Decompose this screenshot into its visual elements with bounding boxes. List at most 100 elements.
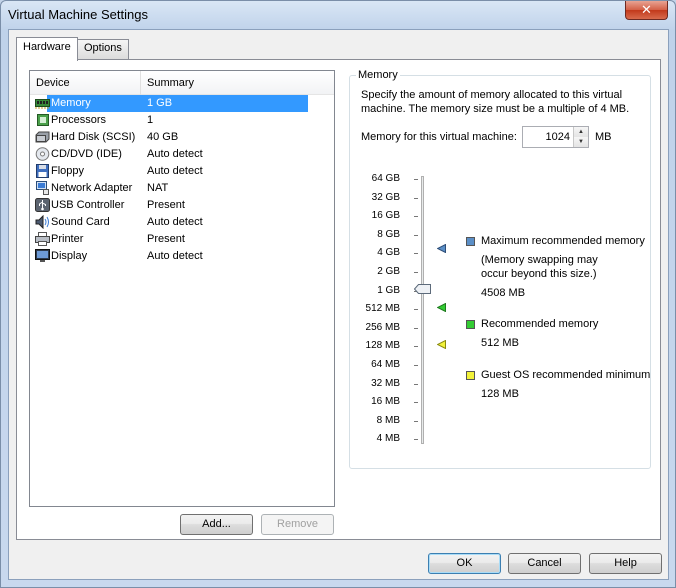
memory-scale-label: 4 MB xyxy=(376,433,400,445)
device-row-sound-card[interactable]: Sound Card Auto detect xyxy=(32,214,308,231)
memory-scale-label: 32 MB xyxy=(371,377,400,389)
device-name: Printer xyxy=(51,233,84,245)
memory-scale-label: 256 MB xyxy=(365,321,400,333)
ok-button[interactable]: OK xyxy=(428,553,501,574)
printer-icon xyxy=(35,232,50,246)
device-name: Display xyxy=(51,250,88,262)
network-adapter-icon xyxy=(36,181,49,195)
add-button[interactable]: Add... xyxy=(180,514,253,535)
memory-group: Memory Specify the amount of memory allo… xyxy=(349,69,651,469)
column-divider[interactable] xyxy=(140,71,141,95)
device-row-cd-dvd[interactable]: CD/DVD (IDE) Auto detect xyxy=(32,146,308,163)
memory-scale-label: 1 GB xyxy=(377,284,400,296)
memory-size-field[interactable]: 1024 ▲ ▼ xyxy=(522,126,589,148)
memory-scale-label: 4 GB xyxy=(377,247,400,259)
recommended-title: Recommended memory xyxy=(481,318,599,330)
list-header: Device Summary xyxy=(30,71,334,95)
tab-hardware[interactable]: Hardware xyxy=(16,37,78,61)
memory-scale-label: 16 GB xyxy=(371,210,400,222)
memory-scale-label: 64 MB xyxy=(371,359,400,370)
memory-field-label: Memory for this virtual machine: xyxy=(361,131,517,143)
memory-scale-tick xyxy=(414,309,418,311)
sound-card-icon xyxy=(35,215,49,229)
device-row-memory[interactable]: Memory 1 GB xyxy=(32,95,308,112)
spin-down-icon[interactable]: ▼ xyxy=(573,137,588,147)
max-recommended-value: 4508 MB xyxy=(481,287,526,299)
memory-scale-tick xyxy=(414,234,418,236)
memory-scale-tick xyxy=(414,253,418,255)
device-name: Memory xyxy=(51,97,91,109)
max-recommended-title: Maximum recommended memory xyxy=(481,235,645,247)
memory-scale-label: 32 GB xyxy=(371,191,400,203)
floppy-icon xyxy=(36,164,49,178)
recommended-swatch xyxy=(466,320,475,329)
memory-scale-tick xyxy=(414,216,418,218)
max-recommended-swatch xyxy=(466,237,475,246)
remove-button[interactable]: Remove xyxy=(261,514,334,535)
close-button[interactable]: ✕ xyxy=(625,1,668,20)
device-row-hard-disk[interactable]: Hard Disk (SCSI) 40 GB xyxy=(32,129,308,146)
device-summary: Auto detect xyxy=(147,216,203,228)
memory-scale-label: 512 MB xyxy=(365,303,400,315)
spin-up-icon[interactable]: ▲ xyxy=(573,127,588,137)
processor-icon xyxy=(37,114,49,126)
device-summary: NAT xyxy=(147,182,169,194)
device-summary: 1 xyxy=(147,114,154,126)
memory-scale-label: 16 MB xyxy=(371,396,400,408)
device-row-processors[interactable]: Processors 1 xyxy=(32,112,308,129)
memory-scale-tick xyxy=(414,420,418,422)
hard-disk-icon xyxy=(35,131,50,143)
guest-minimum-title: Guest OS recommended minimum xyxy=(481,369,651,381)
cancel-button[interactable]: Cancel xyxy=(508,553,581,574)
help-button[interactable]: Help xyxy=(589,553,662,574)
window-title: Virtual Machine Settings xyxy=(8,7,148,22)
device-summary: Present xyxy=(147,233,185,245)
device-name: Floppy xyxy=(51,165,85,177)
memory-scale-tick xyxy=(414,402,418,404)
usb-icon xyxy=(35,198,50,212)
vm-settings-window: Virtual Machine Settings ✕ Hardware Opti… xyxy=(0,0,676,588)
device-summary: Present xyxy=(147,199,185,211)
memory-group-title: Memory xyxy=(356,69,400,81)
memory-scale-tick xyxy=(414,346,418,348)
memory-scale-tick xyxy=(414,197,418,199)
device-row-usb-controller[interactable]: USB Controller Present xyxy=(32,197,308,214)
memory-description: Specify the amount of memory allocated t… xyxy=(361,89,630,115)
title-bar[interactable]: Virtual Machine Settings ✕ xyxy=(1,1,675,29)
device-name: CD/DVD (IDE) xyxy=(51,148,122,160)
device-name: USB Controller xyxy=(51,199,125,211)
tab-options[interactable]: Options xyxy=(77,39,129,59)
device-row-floppy[interactable]: Floppy Auto detect xyxy=(32,163,308,180)
device-name: Processors xyxy=(51,114,107,126)
memory-scale-tick xyxy=(414,365,418,366)
display-icon xyxy=(35,249,50,262)
device-summary: Auto detect xyxy=(147,165,203,177)
recommended-marker-icon xyxy=(437,303,446,312)
column-header-summary[interactable]: Summary xyxy=(147,77,194,89)
max-recommended-marker-icon xyxy=(437,244,446,253)
memory-icon xyxy=(35,99,50,109)
device-list: Device Summary Memory 1 GB Processors 1 xyxy=(29,70,335,507)
device-row-network-adapter[interactable]: Network Adapter NAT xyxy=(32,180,308,197)
dialog-body: Hardware Options Device Summary Memory 1… xyxy=(8,29,669,580)
max-recommended-note: (Memory swapping may occur beyond this s… xyxy=(481,254,598,280)
device-name: Network Adapter xyxy=(51,182,133,194)
memory-scale-tick xyxy=(414,383,418,385)
guest-minimum-marker-icon xyxy=(437,340,446,349)
memory-scale-tick xyxy=(414,327,418,329)
device-summary: Auto detect xyxy=(147,148,203,160)
device-row-display[interactable]: Display Auto detect xyxy=(32,248,308,265)
recommended-value: 512 MB xyxy=(481,337,519,349)
device-name: Sound Card xyxy=(51,216,110,228)
memory-slider-track[interactable] xyxy=(421,176,424,444)
column-header-device[interactable]: Device xyxy=(36,77,70,89)
device-name: Hard Disk (SCSI) xyxy=(51,131,136,143)
memory-scale-label: 128 MB xyxy=(365,340,400,352)
memory-slider-thumb[interactable] xyxy=(414,284,431,294)
memory-scale-label: 8 GB xyxy=(377,228,400,240)
memory-scale-tick xyxy=(414,179,418,180)
device-row-printer[interactable]: Printer Present xyxy=(32,231,308,248)
memory-scale-label: 8 MB xyxy=(376,414,400,426)
memory-scale-label: 64 GB xyxy=(371,173,400,184)
device-summary: Auto detect xyxy=(147,250,203,262)
